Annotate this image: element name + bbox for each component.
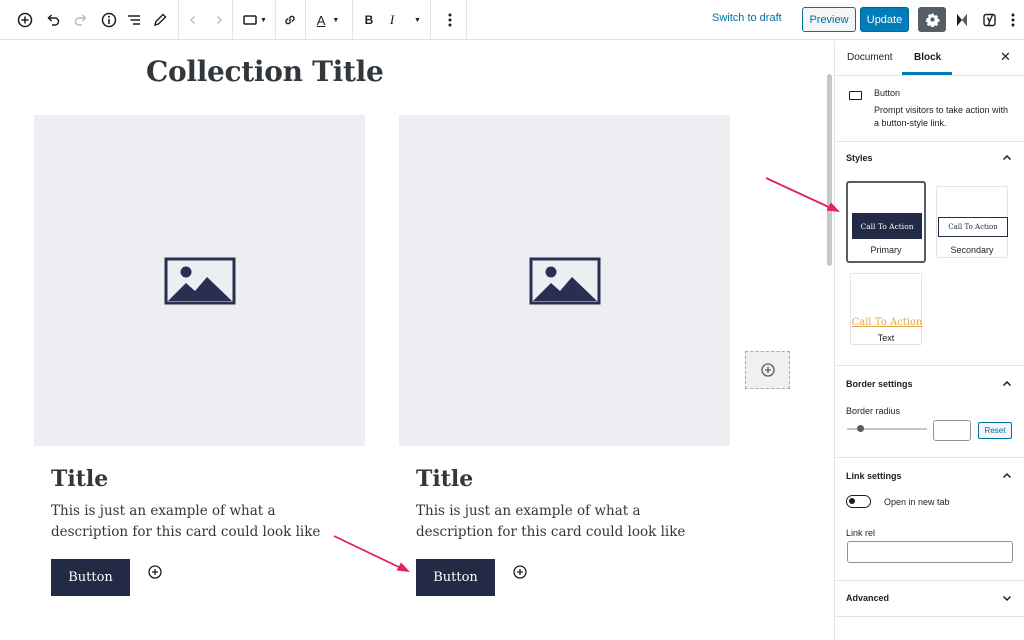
undo-icon[interactable]	[39, 6, 67, 34]
active-tab-indicator	[902, 72, 952, 75]
styles-panel-heading[interactable]: Styles	[846, 153, 873, 163]
primary-style-preview: Call To Action	[852, 213, 922, 239]
edit-pencil-icon[interactable]	[146, 6, 174, 34]
tab-document[interactable]: Document	[847, 52, 893, 63]
chevron-up-icon[interactable]	[1001, 378, 1013, 390]
yoast-seo-icon[interactable]	[976, 6, 1004, 34]
block-description: Prompt visitors to take action with a bu…	[874, 105, 1009, 128]
reset-button[interactable]: Reset	[978, 422, 1012, 439]
more-formatting-caret-icon[interactable]: ▼	[402, 6, 430, 34]
editor-canvas: Collection Title Title This is just an e…	[0, 41, 823, 640]
redo-icon[interactable]	[67, 6, 95, 34]
sidebar-tabs: Document Block ✕	[835, 41, 1024, 76]
link-rel-input[interactable]	[847, 541, 1013, 563]
button-block-icon[interactable]: ▼	[240, 6, 270, 34]
close-sidebar-icon[interactable]: ✕	[1000, 49, 1011, 65]
card-title[interactable]: Title	[416, 466, 473, 492]
add-inline-block-icon[interactable]	[147, 564, 163, 580]
switch-to-draft-link[interactable]: Switch to draft	[712, 12, 782, 24]
chevron-up-icon[interactable]	[1001, 470, 1013, 482]
card-button[interactable]: Button	[51, 559, 130, 596]
collection-title[interactable]: Collection Title	[146, 55, 384, 88]
settings-gear-icon[interactable]	[918, 7, 946, 32]
block-name: Button	[874, 88, 901, 98]
chevron-right-icon[interactable]	[205, 6, 233, 34]
style-label-primary: Primary	[870, 245, 902, 255]
tab-block[interactable]: Block	[914, 52, 941, 63]
block-card: Button Prompt visitors to take action wi…	[835, 76, 1024, 142]
block-navigation-icon[interactable]	[120, 6, 148, 34]
advanced-panel-heading[interactable]: Advanced	[846, 593, 889, 603]
chevron-left-icon[interactable]	[179, 6, 207, 34]
preview-button[interactable]: Preview	[802, 7, 856, 32]
card-image-placeholder[interactable]	[399, 115, 730, 446]
info-icon[interactable]	[95, 6, 123, 34]
editor-toolbar: ▼ A ▼ B I ▼ Switch to draft Preview Updat…	[0, 0, 1024, 40]
toggle-knob	[849, 498, 855, 504]
card-description[interactable]: This is just an example of what a descri…	[416, 501, 716, 543]
image-placeholder-icon	[529, 257, 600, 304]
update-button[interactable]: Update	[860, 7, 909, 32]
chevron-up-icon[interactable]	[1001, 152, 1013, 164]
text-style-preview: Call To Action	[851, 317, 923, 328]
open-new-tab-label: Open in new tab	[884, 497, 950, 507]
add-column-appender[interactable]	[745, 351, 790, 389]
more-menu-icon[interactable]	[1003, 6, 1023, 34]
link-rel-label: Link rel	[846, 528, 876, 538]
border-radius-input[interactable]	[933, 420, 971, 441]
open-new-tab-toggle[interactable]	[846, 495, 871, 508]
scrollbar-thumb[interactable]	[827, 74, 832, 266]
more-options-icon[interactable]	[436, 6, 464, 34]
add-inline-block-icon[interactable]	[512, 564, 528, 580]
image-placeholder-icon	[164, 257, 235, 304]
text-color-icon[interactable]: A ▼	[313, 6, 343, 34]
secondary-style-preview: Call To Action	[938, 217, 1008, 237]
settings-sidebar: Document Block ✕ Button Prompt visitors …	[835, 41, 1024, 640]
card-title[interactable]: Title	[51, 466, 108, 492]
add-block-icon[interactable]	[11, 6, 39, 34]
border-settings-heading[interactable]: Border settings	[846, 379, 913, 389]
chevron-down-icon[interactable]	[1001, 592, 1013, 604]
card-description[interactable]: This is just an example of what a descri…	[51, 501, 351, 543]
link-icon[interactable]	[276, 6, 304, 34]
editor-scrollbar[interactable]	[823, 41, 835, 640]
button-block-icon	[849, 91, 862, 100]
slider-handle[interactable]	[857, 425, 864, 432]
link-settings-heading[interactable]: Link settings	[846, 471, 902, 481]
card-image-placeholder[interactable]	[34, 115, 365, 446]
add-block-plus-icon	[760, 363, 775, 377]
border-radius-label: Border radius	[846, 406, 901, 416]
style-label-secondary: Secondary	[950, 245, 994, 255]
kadence-plugin-icon[interactable]	[948, 6, 976, 34]
style-label-text: Text	[877, 333, 895, 343]
card-button[interactable]: Button	[416, 559, 495, 596]
